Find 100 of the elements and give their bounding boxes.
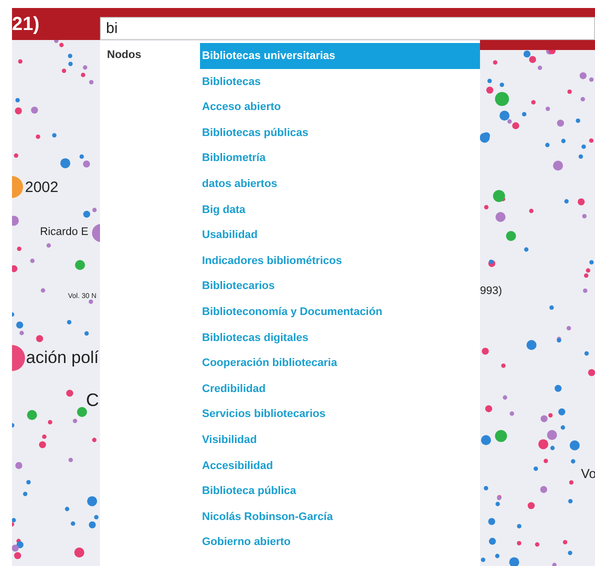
graph-node	[578, 198, 585, 206]
graph-node	[564, 199, 569, 204]
header-title: 21)	[12, 14, 40, 36]
suggestion-item[interactable]: Bibliotecas universitarias	[200, 43, 480, 69]
suggestion-item[interactable]: Bibliometría	[200, 145, 480, 171]
graph-node	[15, 462, 22, 469]
graph-node	[529, 208, 534, 214]
graph-node	[80, 154, 84, 159]
suggestion-item[interactable]: Nicolás Robinson-García	[200, 504, 480, 530]
graph-node	[68, 54, 72, 58]
graph-node	[82, 65, 88, 70]
suggestion-item[interactable]: Big data	[200, 196, 480, 222]
graph-node	[42, 434, 46, 439]
graph-node	[17, 246, 22, 251]
graph-node	[578, 154, 583, 159]
suggestion-item[interactable]: Servicios bibliotecarios	[200, 401, 480, 427]
graph-node	[487, 78, 492, 84]
graph-node	[70, 521, 76, 526]
node-label: ación polí	[26, 349, 99, 366]
graph-node	[524, 247, 528, 252]
graph-node	[12, 312, 14, 317]
graph-node	[66, 390, 74, 397]
graph-node	[89, 80, 94, 84]
suggestion-item[interactable]: Usabilidad	[200, 222, 480, 248]
graph-node	[546, 106, 550, 111]
graph-node	[15, 98, 20, 102]
graph-node	[14, 153, 18, 158]
graph-node	[481, 435, 491, 446]
graph-node	[516, 541, 522, 546]
node-label: C	[86, 391, 99, 409]
graph-node	[495, 92, 509, 106]
graph-node	[496, 212, 506, 222]
graph-node	[74, 548, 84, 558]
graph-node	[557, 120, 564, 127]
graph-node	[526, 340, 536, 350]
graph-node	[580, 72, 587, 80]
graph-node	[46, 243, 51, 248]
graph-node	[484, 205, 488, 210]
graph-node	[48, 420, 52, 424]
graph-node	[582, 214, 587, 218]
graph-node	[553, 160, 563, 171]
graph-node	[580, 97, 585, 102]
graph-node	[27, 410, 37, 420]
graph-node	[488, 538, 496, 545]
suggestion-item[interactable]: Gobierno abierto	[200, 529, 480, 555]
graph-node	[547, 430, 557, 440]
graph-node	[517, 524, 522, 528]
suggestion-item[interactable]: Bibliotecas públicas	[200, 120, 480, 146]
graph-node	[582, 144, 586, 149]
graph-node	[495, 430, 507, 442]
graph-node	[568, 499, 573, 504]
graph-node	[80, 72, 86, 78]
graph-node	[62, 68, 66, 73]
graph-node	[562, 540, 568, 544]
node-label: 993)	[480, 286, 502, 297]
graph-node	[480, 558, 486, 562]
graph-node	[570, 459, 576, 464]
suggestion-item[interactable]: Bibliotecas digitales	[200, 324, 480, 350]
graph-node	[12, 216, 19, 226]
graph-node	[538, 66, 542, 70]
graph-node	[589, 138, 594, 143]
graph-node	[558, 408, 566, 416]
graph-node	[68, 62, 73, 66]
suggestion-item[interactable]: Biblioteca pública	[200, 478, 480, 504]
graph-node	[77, 407, 87, 417]
graph-node	[561, 138, 566, 144]
suggestion-item[interactable]: Cooperación bibliotecaria	[200, 350, 480, 376]
section-label: Nodos	[107, 48, 142, 63]
graph-node	[87, 496, 98, 506]
graph-node	[495, 554, 500, 558]
graph-node	[88, 300, 94, 304]
graph-node	[509, 557, 520, 566]
graph-node	[535, 542, 540, 547]
suggestion-item[interactable]: Acceso abierto	[200, 94, 480, 120]
suggestion-item[interactable]: Accesibilidad	[200, 452, 480, 478]
suggestion-item[interactable]: datos abiertos	[200, 170, 480, 197]
graph-node	[568, 550, 572, 556]
graph-node	[493, 60, 498, 65]
suggestion-item[interactable]: Bibliotecarios	[200, 273, 480, 299]
graph-node	[584, 351, 589, 356]
graph-node	[12, 423, 14, 428]
graph-node	[510, 411, 514, 416]
suggestion-item[interactable]: Bibliotecas	[200, 68, 480, 94]
graph-node	[75, 260, 85, 270]
graph-node	[588, 369, 595, 376]
graph-node	[589, 77, 594, 82]
graph-node	[550, 446, 555, 450]
search-field[interactable]: bi	[100, 17, 595, 40]
graph-node	[26, 480, 31, 484]
node-label: 2002	[25, 180, 58, 195]
suggestion-item[interactable]: Credibilidad	[200, 376, 480, 402]
suggestion-item[interactable]: Biblioteconomía y Documentación	[200, 298, 480, 325]
graph-node	[486, 86, 494, 94]
graph-node	[488, 518, 496, 525]
graph-node	[60, 158, 70, 168]
suggestion-item[interactable]: Visibilidad	[200, 426, 480, 452]
graph-node	[569, 480, 574, 485]
graph-node	[482, 348, 489, 355]
graph-node	[67, 320, 72, 324]
suggestion-item[interactable]: Indicadores bibliométricos	[200, 248, 480, 274]
